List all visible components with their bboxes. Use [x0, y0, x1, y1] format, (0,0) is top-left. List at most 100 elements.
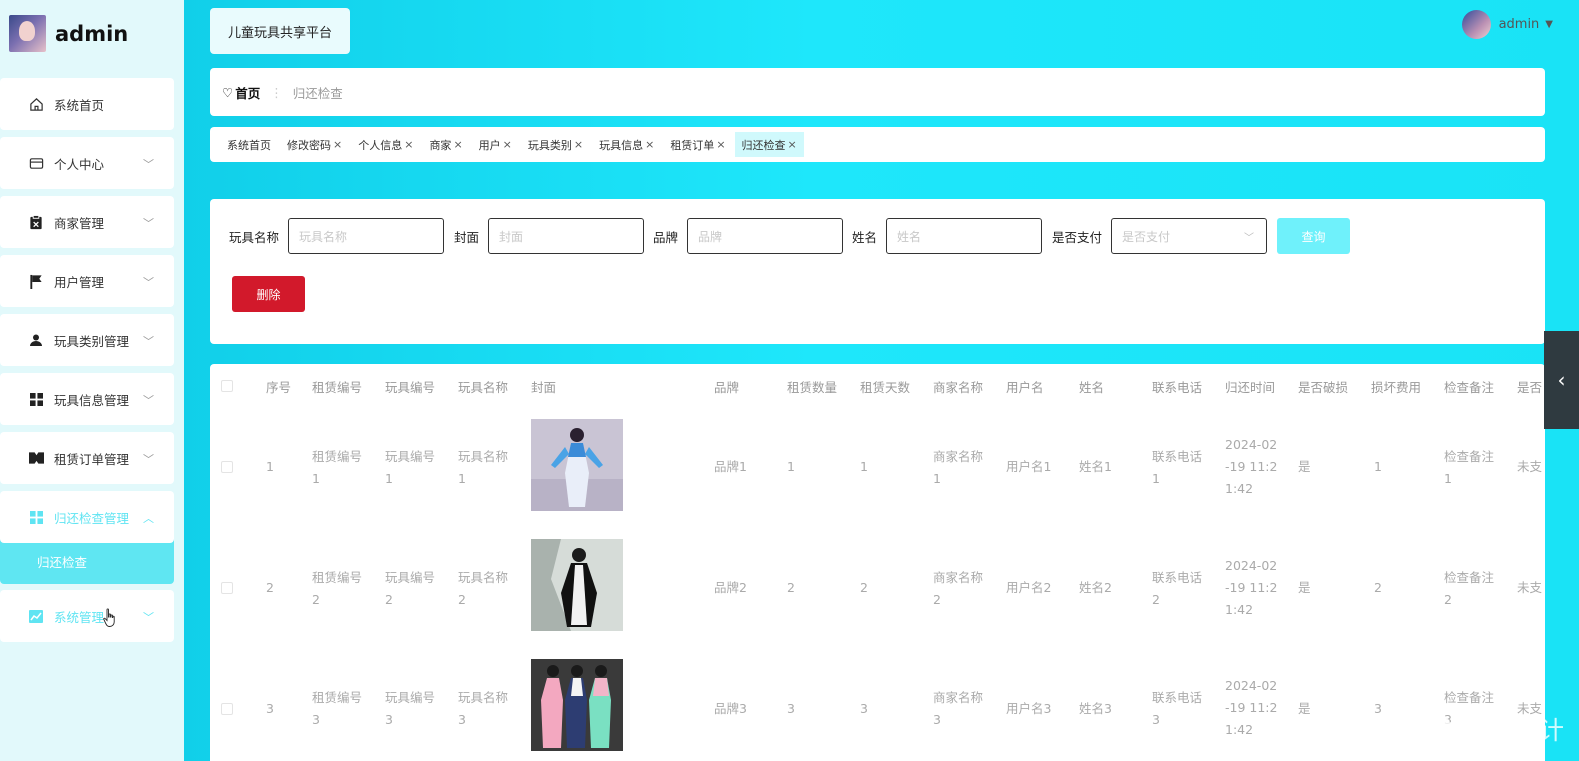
submenu-item-return-check[interactable]: 归还检查: [0, 539, 174, 584]
cell-name: 姓名1: [1079, 459, 1112, 474]
cover-input[interactable]: 封面: [488, 218, 645, 254]
avatar[interactable]: [1461, 10, 1491, 39]
breadcrumb-separator: ⋮: [270, 84, 283, 100]
tab-merchant[interactable]: 商家 ×: [422, 132, 469, 157]
column-header: 封面: [531, 380, 557, 395]
close-icon[interactable]: ×: [453, 138, 462, 151]
cover-image[interactable]: [531, 659, 623, 751]
sidebar-item-lease-orders[interactable]: 租赁订单管理 ﹀: [0, 432, 174, 484]
card-icon: [28, 155, 44, 171]
query-button[interactable]: 查询: [1277, 218, 1350, 254]
cell-remark: 检查备注 1: [1444, 449, 1495, 486]
toy-name-input[interactable]: 玩具名称: [288, 218, 445, 254]
row-checkbox[interactable]: [221, 461, 233, 473]
main-area: 儿童玩具共享平台 admin ▼ ♡ 首页 ⋮ 归还检查 系统首页 修改密码 × 个…: [184, 0, 1579, 761]
row-checkbox[interactable]: [221, 703, 233, 715]
close-icon[interactable]: ×: [574, 138, 583, 151]
grid-icon: [28, 509, 44, 525]
sidebar-item-toy-category[interactable]: 玩具类别管理 ﹀: [0, 314, 174, 366]
chevron-down-icon: ﹀: [143, 394, 154, 407]
close-icon[interactable]: ×: [645, 138, 654, 151]
close-icon[interactable]: ×: [333, 138, 342, 151]
search-field-paid: 是否支付 是否支付 ﹀: [1052, 218, 1268, 254]
close-icon[interactable]: ×: [716, 138, 725, 151]
sidebar-item-users[interactable]: 用户管理 ﹀: [0, 255, 174, 307]
chevron-down-icon: ﹀: [143, 217, 154, 230]
cover-image[interactable]: [531, 539, 623, 631]
tab-home[interactable]: 系统首页: [220, 132, 278, 157]
sidebar-item-merchant[interactable]: 商家管理 ﹀: [0, 196, 174, 248]
tab-personal-info[interactable]: 个人信息 ×: [351, 132, 420, 157]
collapse-panel-handle[interactable]: ‹: [1544, 331, 1579, 429]
cover-image[interactable]: [531, 419, 623, 511]
chevron-down-icon: ﹀: [143, 335, 154, 348]
column-header: 玩具编号: [385, 380, 436, 395]
close-icon[interactable]: ×: [503, 138, 512, 151]
cell-brand: 品牌2: [714, 580, 747, 595]
cell-paid: 未支: [1517, 459, 1543, 474]
sidebar-item-toy-info[interactable]: 玩具信息管理 ﹀: [0, 373, 174, 425]
sidebar-item-personal[interactable]: 个人中心 ﹀: [0, 137, 174, 189]
sidebar-item-label: 系统首页: [54, 97, 105, 113]
sidebar-item-return-check[interactable]: 归还检查管理 ︿: [0, 491, 174, 543]
field-label: 是否支付: [1052, 229, 1103, 245]
sidebar-item-home[interactable]: 系统首页: [0, 78, 174, 130]
tab-toy-category[interactable]: 玩具类别 ×: [521, 132, 590, 157]
cell-qty: 1: [787, 459, 795, 474]
chevron-down-icon: ﹀: [143, 453, 154, 466]
ticket-icon: [28, 450, 44, 466]
close-icon[interactable]: ×: [404, 138, 413, 151]
column-header: 损坏费用: [1371, 380, 1422, 395]
brand-input[interactable]: 品牌: [687, 218, 844, 254]
cell-qty: 3: [787, 701, 795, 716]
search-field-cover: 封面 封面: [454, 218, 645, 254]
cell-fee: 1: [1374, 459, 1382, 474]
cell-seq: 2: [266, 580, 274, 595]
cell-name: 姓名2: [1079, 580, 1112, 595]
user-menu[interactable]: admin ▼: [1461, 10, 1553, 39]
cell-days: 3: [860, 701, 868, 716]
breadcrumb: ♡ 首页 ⋮ 归还检查: [210, 68, 1545, 116]
cell-damaged: 是: [1298, 459, 1311, 474]
column-header: 商家名称: [933, 380, 984, 395]
tab-return-check[interactable]: 归还检查 ×: [734, 132, 804, 157]
breadcrumb-home[interactable]: ♡ 首页: [222, 83, 260, 102]
tab-user[interactable]: 用户 ×: [472, 132, 519, 157]
hand-cursor-icon: [103, 608, 115, 627]
heart-icon: ♡: [222, 84, 234, 100]
sidebar-item-label: 商家管理: [54, 215, 105, 231]
delete-button[interactable]: 删除: [232, 276, 305, 312]
cell-fee: 2: [1374, 580, 1382, 595]
search-panel: 玩具名称 玩具名称 封面 封面 品牌 品牌 姓名 姓名 是否支付 是否支付 ﹀ …: [210, 199, 1545, 344]
chevron-down-icon: ﹀: [143, 158, 154, 171]
tab-lease-order[interactable]: 租赁订单 ×: [663, 132, 732, 157]
field-label: 封面: [454, 229, 480, 245]
row-checkbox[interactable]: [221, 582, 233, 594]
brand: admin: [9, 15, 128, 52]
cell-brand: 品牌3: [714, 701, 747, 716]
watermark: CSDN @林文程序设计: [1298, 716, 1565, 745]
close-icon[interactable]: ×: [788, 138, 797, 151]
search-field-toy-name: 玩具名称 玩具名称: [229, 218, 445, 254]
column-header: 是否破损: [1298, 380, 1349, 395]
paid-select[interactable]: 是否支付 ﹀: [1111, 218, 1268, 254]
cell-username: 用户名2: [1006, 580, 1052, 595]
cell-seq: 3: [266, 701, 274, 716]
column-header: 检查备注: [1444, 380, 1495, 395]
tab-change-password[interactable]: 修改密码 ×: [280, 132, 349, 157]
brand-avatar: [9, 15, 46, 52]
column-header: 归还时间: [1225, 380, 1276, 395]
caret-down-icon[interactable]: ▼: [1545, 19, 1553, 30]
select-all-checkbox[interactable]: [221, 380, 233, 392]
chevron-up-icon: ︿: [143, 512, 154, 525]
column-header: 用户名: [1006, 380, 1044, 395]
cell-return-time: 2024-02 -19 11:2 1:42: [1225, 558, 1278, 617]
column-header: 租赁天数: [860, 380, 911, 395]
sidebar-item-system[interactable]: 系统管理 ﹀: [0, 590, 174, 642]
chevron-down-icon: ﹀: [143, 611, 154, 624]
name-input[interactable]: 姓名: [886, 218, 1043, 254]
tab-toy-info[interactable]: 玩具信息 ×: [592, 132, 661, 157]
cell-damaged: 是: [1298, 580, 1311, 595]
cell-merchant: 商家名称 3: [933, 690, 984, 727]
username[interactable]: admin: [1499, 17, 1540, 32]
